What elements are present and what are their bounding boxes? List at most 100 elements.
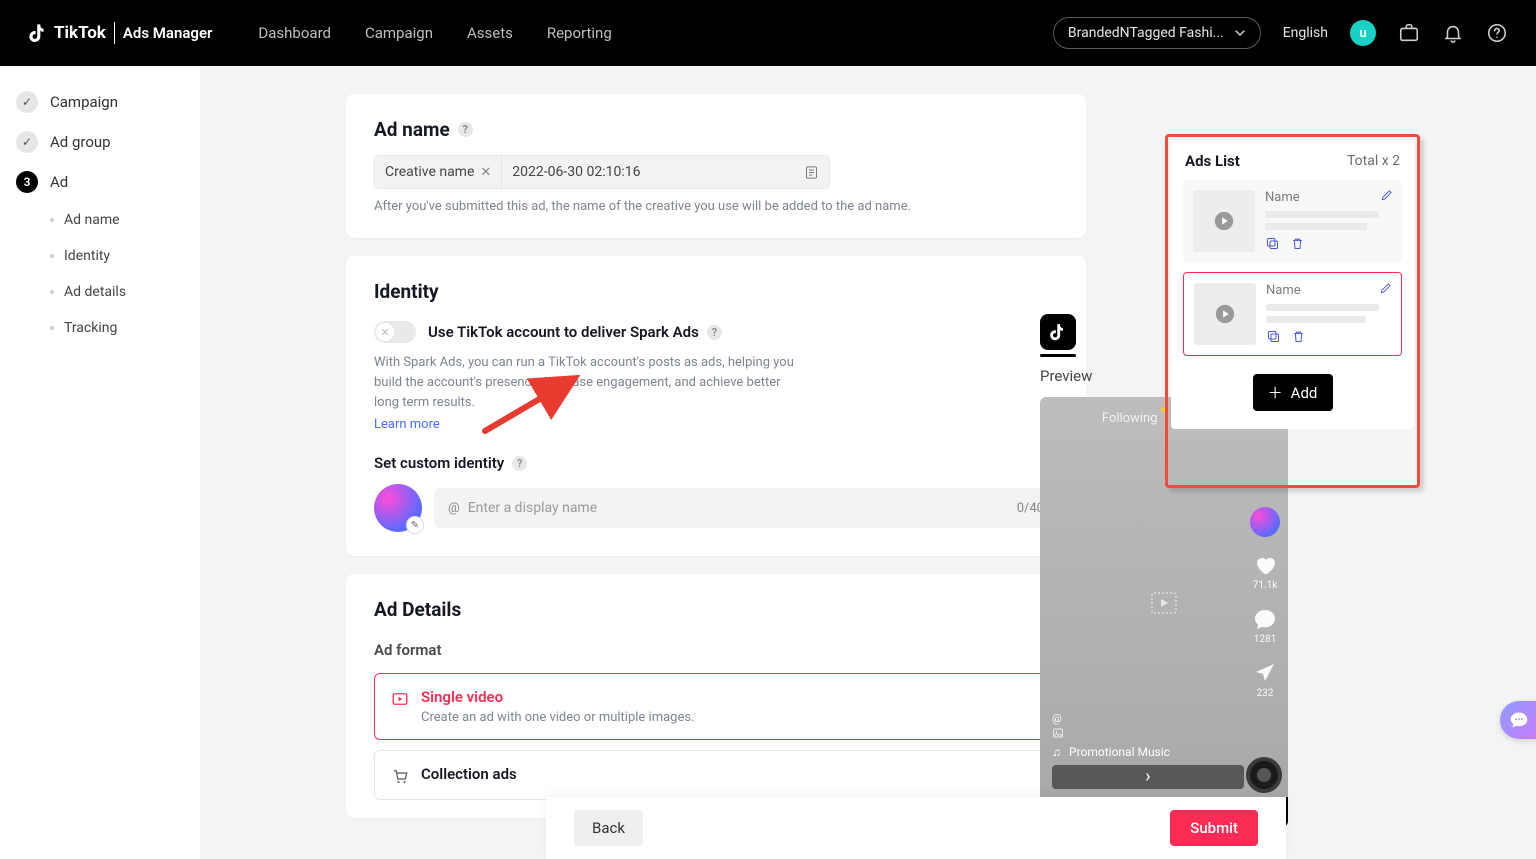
pencil-icon[interactable] [1380,188,1394,202]
account-selector[interactable]: BrandedNTagged Fashi... [1053,17,1261,49]
substeps: Ad name Identity Ad details Tracking [16,202,200,346]
pencil-icon[interactable] [1379,281,1393,295]
help-icon[interactable]: ? [707,325,722,340]
dot-icon [50,326,54,330]
format-title: Single video [421,688,695,706]
comments: 1281 [1253,607,1277,645]
ad-item[interactable]: Name [1183,272,1402,356]
format-title: Collection ads [421,765,517,783]
nav-reporting[interactable]: Reporting [547,24,612,42]
user-avatar[interactable]: u [1350,20,1376,46]
step-campaign[interactable]: ✓ Campaign [16,82,200,122]
nav-assets[interactable]: Assets [467,24,513,42]
active-indicator [1040,354,1076,357]
identity-heading: Identity [374,280,1058,303]
plus-icon: ＋ [1268,382,1283,403]
ads-list-title: Ads List [1185,152,1240,170]
ad-item-name: Name [1266,283,1391,298]
nav-campaign[interactable]: Campaign [365,24,433,42]
at-icon: @ [448,501,460,516]
display-name-input[interactable]: @ Enter a display name 0/40 [434,488,1058,528]
step-label: Ad group [50,133,111,151]
cart-icon [391,767,409,785]
play-icon [1193,190,1255,252]
close-icon[interactable]: ✕ [480,165,491,180]
video-placeholder-icon [1151,592,1177,614]
logo-divider [114,22,115,44]
likes: 71.1k [1253,553,1278,591]
adname-heading: Ad name ? [374,118,1058,141]
footer: Back Submit [546,797,1286,859]
identity-avatar[interactable]: ✎ [374,484,422,532]
creative-name-chip[interactable]: Creative name ✕ [374,155,502,189]
copy-icon[interactable] [1265,236,1280,251]
custom-identity-heading: Set custom identity ? [374,454,1058,472]
substep-adname[interactable]: Ad name [50,202,200,238]
topbar-right: English u [1283,20,1508,46]
identity-card: Identity ✕ Use TikTok account to deliver… [346,256,1086,556]
format-sub: Create an ad with one video or multiple … [421,710,695,725]
help-icon[interactable]: ? [512,456,527,471]
add-button[interactable]: ＋ Add [1253,374,1333,411]
sidebar: ✓ Campaign ✓ Ad group 3 Ad Ad name Ident… [0,66,200,859]
phone-preview: Following For You 71.1k 1 [1040,397,1288,827]
format-collection-ads[interactable]: Collection ads [374,750,1058,800]
briefcase-icon[interactable] [1398,22,1420,44]
ad-item-name: Name [1265,190,1392,205]
template-icon[interactable] [804,165,819,180]
disc-icon [1246,757,1282,793]
learn-more-link[interactable]: Learn more [374,417,440,432]
step-number: 3 [16,171,38,193]
substep-identity[interactable]: Identity [50,238,200,274]
check-icon: ✓ [16,91,38,113]
logo-subtext: Ads Manager [123,24,213,42]
at-icon: @ [1040,712,1288,727]
dot-icon [50,254,54,258]
adname-value: 2022-06-30 02:10:16 [512,164,640,180]
spark-ads-label: Use TikTok account to deliver Spark Ads … [428,323,722,341]
step-adgroup[interactable]: ✓ Ad group [16,122,200,162]
music-note-icon: ♫ [1052,745,1061,759]
adformat-label: Ad format [374,641,1058,659]
bell-icon[interactable] [1442,22,1464,44]
trash-icon[interactable] [1290,236,1305,251]
logo: TikTok Ads Manager [28,22,212,44]
back-button[interactable]: Back [574,810,643,846]
spark-ads-toggle[interactable]: ✕ [374,321,416,343]
tab-following: Following [1102,411,1158,426]
chat-icon [1509,710,1529,730]
ads-list-total: Total x 2 [1347,153,1400,169]
nav-dashboard[interactable]: Dashboard [258,24,331,42]
adname-input[interactable]: 2022-06-30 02:10:16 [502,155,830,189]
dot-icon [1161,407,1166,412]
image-icon [1040,727,1288,745]
addetails-heading: Ad Details [374,598,1058,621]
adname-note: After you've submitted this ad, the name… [374,199,1058,214]
step-label: Campaign [50,93,118,111]
step-ad[interactable]: 3 Ad [16,162,200,202]
ads-list-panel: Ads List Total x 2 Name Name [1171,140,1414,429]
account-name: BrandedNTagged Fashi... [1068,25,1224,41]
step-label: Ad [50,173,68,191]
tiktok-app-icon[interactable] [1040,314,1076,350]
check-icon: ✓ [16,131,38,153]
help-icon[interactable] [1486,22,1508,44]
profile-avatar-icon [1250,507,1280,537]
logo-text: TikTok [54,23,106,43]
help-icon[interactable]: ? [458,122,473,137]
adname-card: Ad name ? Creative name ✕ 2022-06-30 02:… [346,94,1086,238]
trash-icon[interactable] [1291,329,1306,344]
pencil-icon[interactable]: ✎ [406,516,424,534]
chat-fab[interactable] [1500,701,1536,739]
shares: 232 [1253,661,1277,699]
close-icon: ✕ [376,323,394,341]
format-single-video[interactable]: Single video Create an ad with one video… [374,673,1058,740]
substep-addetails[interactable]: Ad details [50,274,200,310]
ad-item[interactable]: Name [1183,180,1402,262]
dot-icon [50,218,54,222]
language-label[interactable]: English [1283,25,1328,41]
copy-icon[interactable] [1266,329,1281,344]
substep-tracking[interactable]: Tracking [50,310,200,346]
video-icon [391,690,409,708]
submit-button[interactable]: Submit [1170,810,1258,846]
